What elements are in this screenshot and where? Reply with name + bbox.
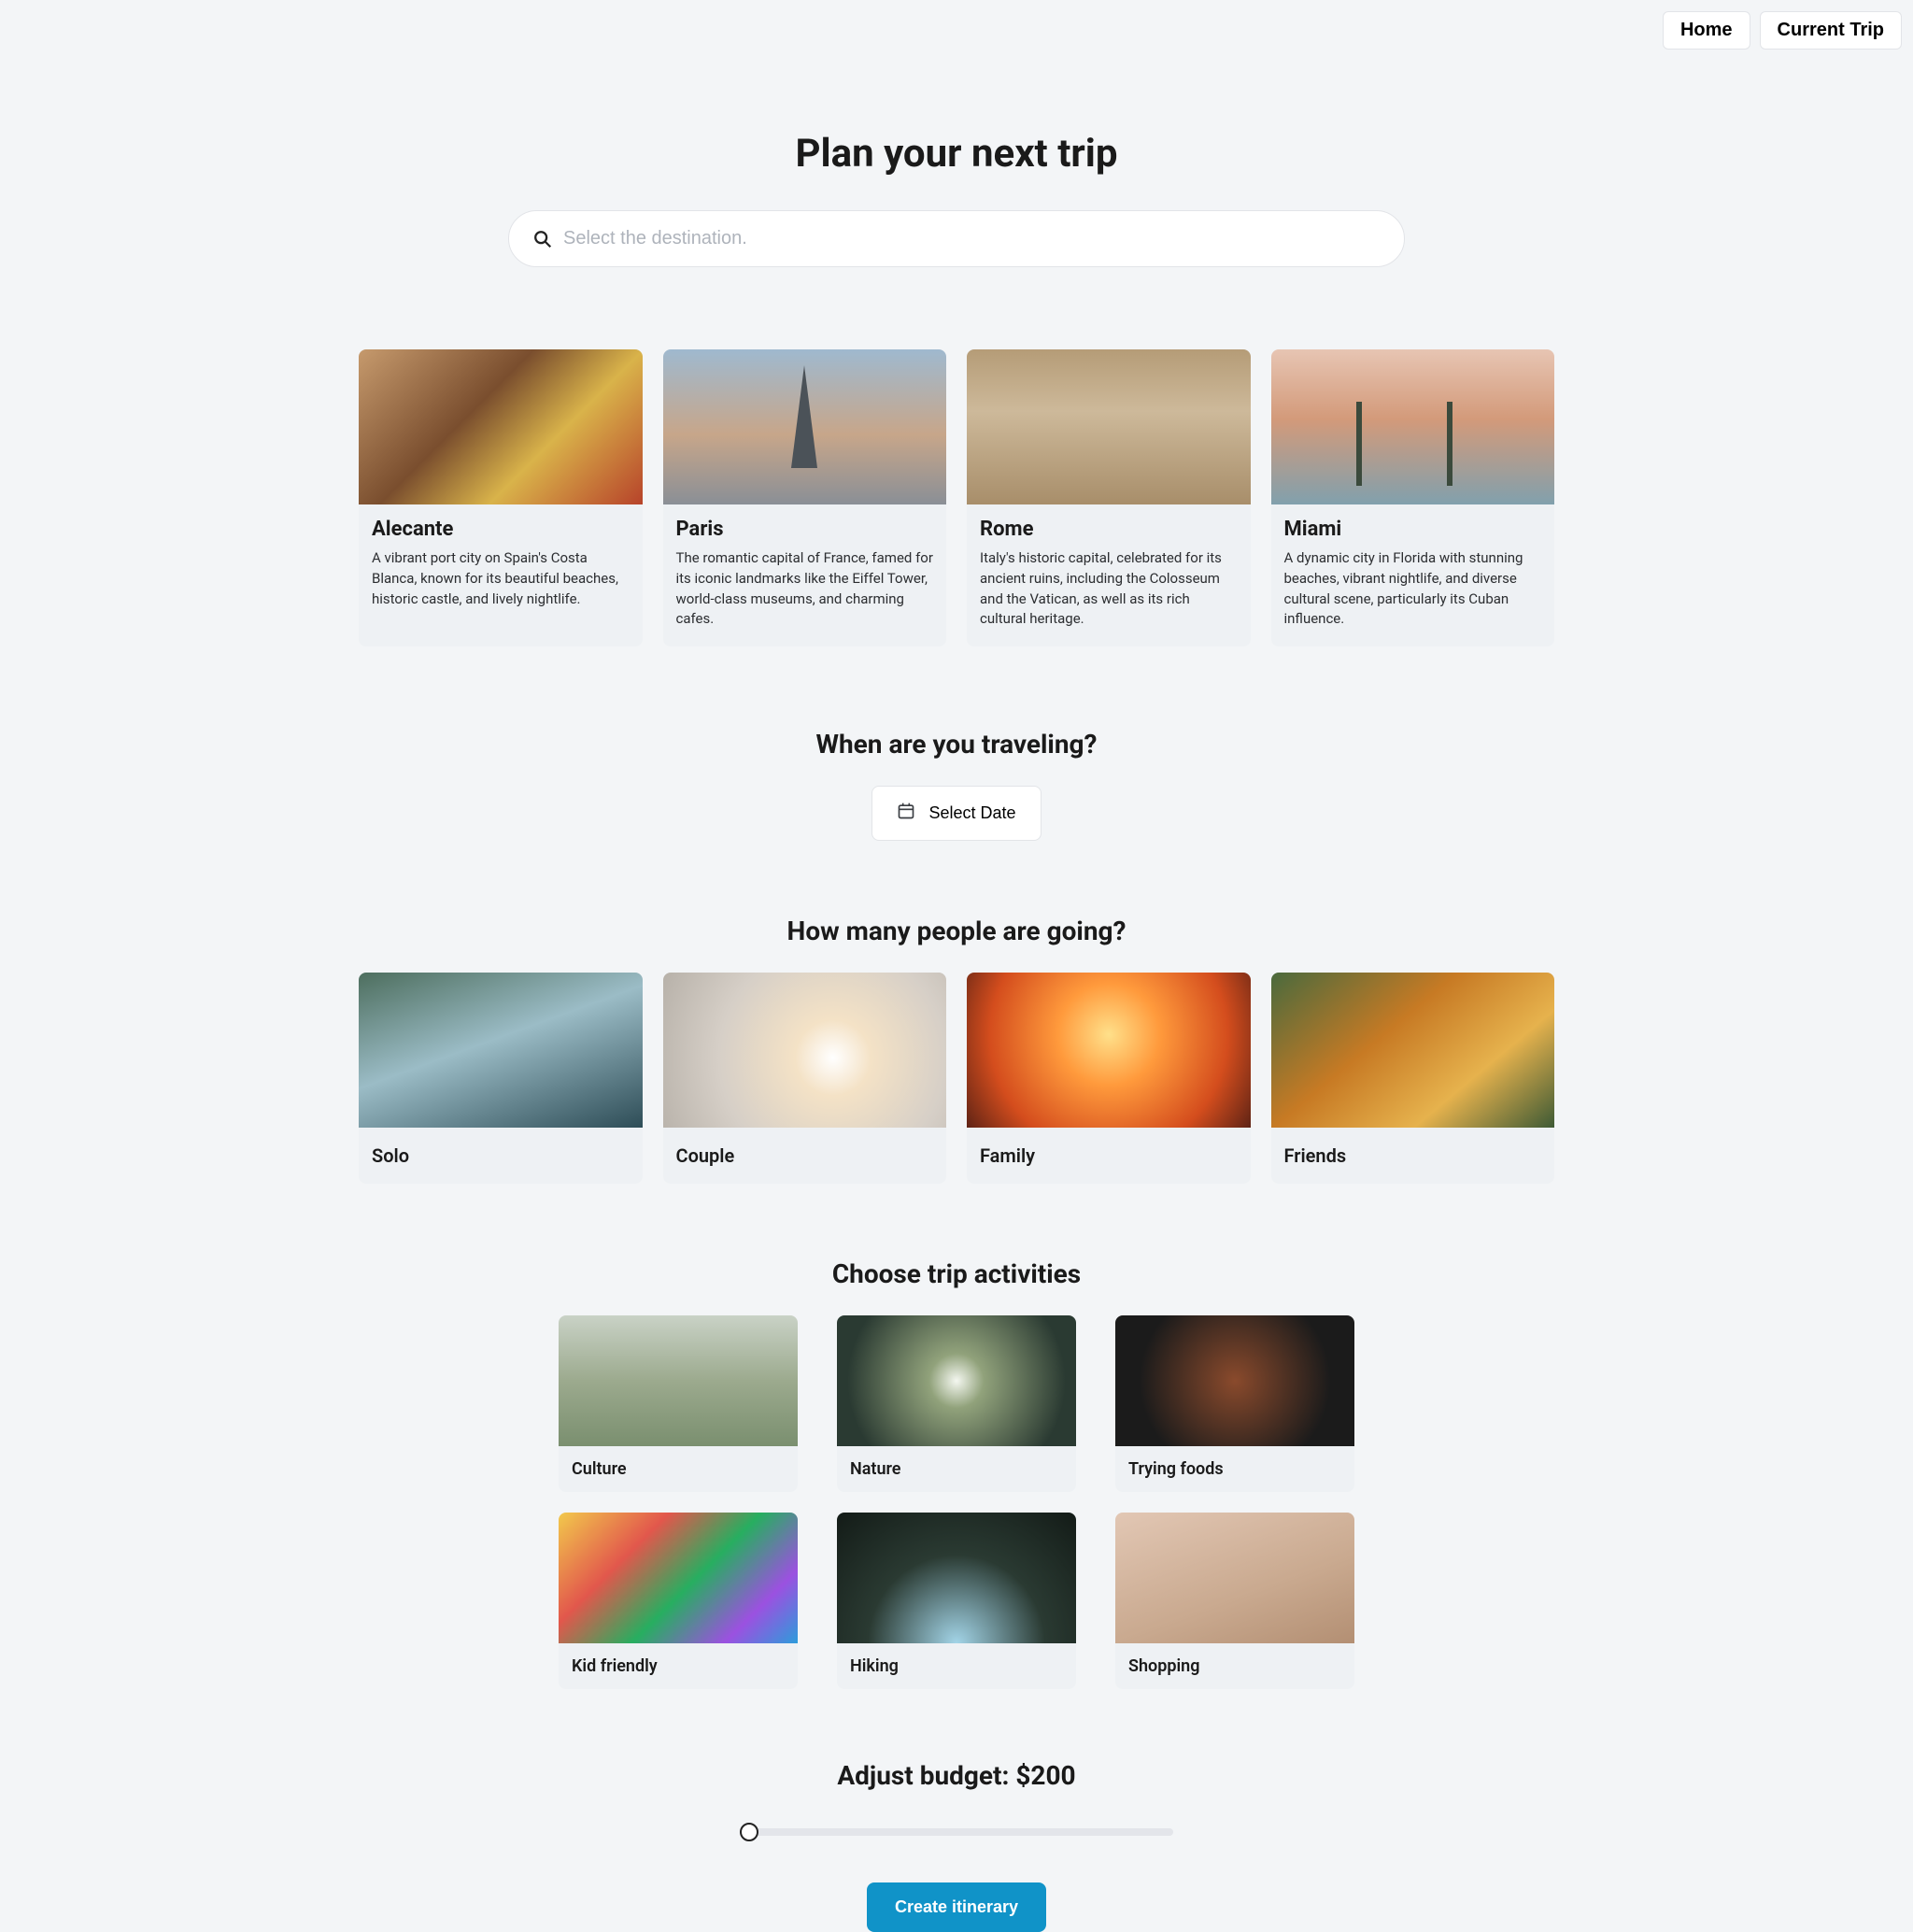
activity-thumb <box>837 1315 1076 1446</box>
activity-thumb <box>559 1315 798 1446</box>
activity-option-culture[interactable]: Culture <box>559 1315 798 1492</box>
current-trip-button[interactable]: Current Trip <box>1760 11 1902 50</box>
activity-label: Culture <box>559 1446 798 1492</box>
date-section-title: When are you traveling? <box>816 729 1098 760</box>
create-itinerary-button[interactable]: Create itinerary <box>867 1882 1046 1932</box>
people-label: Family <box>967 1128 1251 1184</box>
people-thumb <box>359 973 643 1128</box>
activity-label: Shopping <box>1115 1643 1354 1689</box>
destination-name: Alecante <box>372 518 630 541</box>
people-thumb <box>663 973 947 1128</box>
people-label: Solo <box>359 1128 643 1184</box>
people-option-solo[interactable]: Solo <box>359 973 643 1184</box>
activity-option-hiking[interactable]: Hiking <box>837 1513 1076 1689</box>
activity-option-shopping[interactable]: Shopping <box>1115 1513 1354 1689</box>
budget-slider-container <box>740 1823 1173 1841</box>
people-label: Couple <box>663 1128 947 1184</box>
search-container <box>508 210 1405 267</box>
activity-option-trying-foods[interactable]: Trying foods <box>1115 1315 1354 1492</box>
destination-name: Rome <box>980 518 1238 541</box>
activity-option-nature[interactable]: Nature <box>837 1315 1076 1492</box>
people-option-family[interactable]: Family <box>967 973 1251 1184</box>
destination-desc: Italy's historic capital, celebrated for… <box>980 548 1238 630</box>
activity-label: Kid friendly <box>559 1643 798 1689</box>
destination-name: Miami <box>1284 518 1542 541</box>
destination-card-miami[interactable]: Miami A dynamic city in Florida with stun… <box>1271 349 1555 646</box>
home-button[interactable]: Home <box>1663 11 1750 50</box>
activity-thumb <box>1115 1315 1354 1446</box>
people-thumb <box>967 973 1251 1128</box>
destination-desc: A vibrant port city on Spain's Costa Bla… <box>372 548 630 609</box>
activity-label: Hiking <box>837 1643 1076 1689</box>
budget-slider[interactable] <box>740 1828 1173 1836</box>
search-icon <box>532 229 553 249</box>
search-input[interactable] <box>508 210 1405 267</box>
destination-desc: The romantic capital of France, famed fo… <box>676 548 934 630</box>
people-thumb <box>1271 973 1555 1128</box>
top-nav: Home Current Trip <box>1663 11 1902 50</box>
people-option-friends[interactable]: Friends <box>1271 973 1555 1184</box>
destination-thumb <box>967 349 1251 504</box>
destination-desc: A dynamic city in Florida with stunning … <box>1284 548 1542 630</box>
activity-thumb <box>559 1513 798 1643</box>
page-title: Plan your next trip <box>795 131 1117 177</box>
budget-title: Adjust budget: $200 <box>837 1760 1075 1791</box>
people-section-title: How many people are going? <box>787 916 1127 946</box>
destination-card-paris[interactable]: Paris The romantic capital of France, fam… <box>663 349 947 646</box>
destination-name: Paris <box>676 518 934 541</box>
activity-label: Nature <box>837 1446 1076 1492</box>
destination-grid: Alecante A vibrant port city on Spain's C… <box>359 349 1554 646</box>
calendar-icon <box>897 802 915 825</box>
select-date-label: Select Date <box>928 803 1015 823</box>
select-date-button[interactable]: Select Date <box>871 786 1041 841</box>
activity-option-kid-friendly[interactable]: Kid friendly <box>559 1513 798 1689</box>
people-label: Friends <box>1271 1128 1555 1184</box>
activity-thumb <box>1115 1513 1354 1643</box>
destination-thumb <box>663 349 947 504</box>
destination-card-rome[interactable]: Rome Italy's historic capital, celebrated… <box>967 349 1251 646</box>
activity-thumb <box>837 1513 1076 1643</box>
activities-grid: Culture Nature Trying foods Kid friendly Hik… <box>559 1315 1354 1689</box>
destination-card-alecante[interactable]: Alecante A vibrant port city on Spain's C… <box>359 349 643 646</box>
activities-section-title: Choose trip activities <box>832 1258 1081 1289</box>
people-grid: Solo Couple Family Friends <box>359 973 1554 1184</box>
activity-label: Trying foods <box>1115 1446 1354 1492</box>
people-option-couple[interactable]: Couple <box>663 973 947 1184</box>
destination-thumb <box>1271 349 1555 504</box>
destination-thumb <box>359 349 643 504</box>
